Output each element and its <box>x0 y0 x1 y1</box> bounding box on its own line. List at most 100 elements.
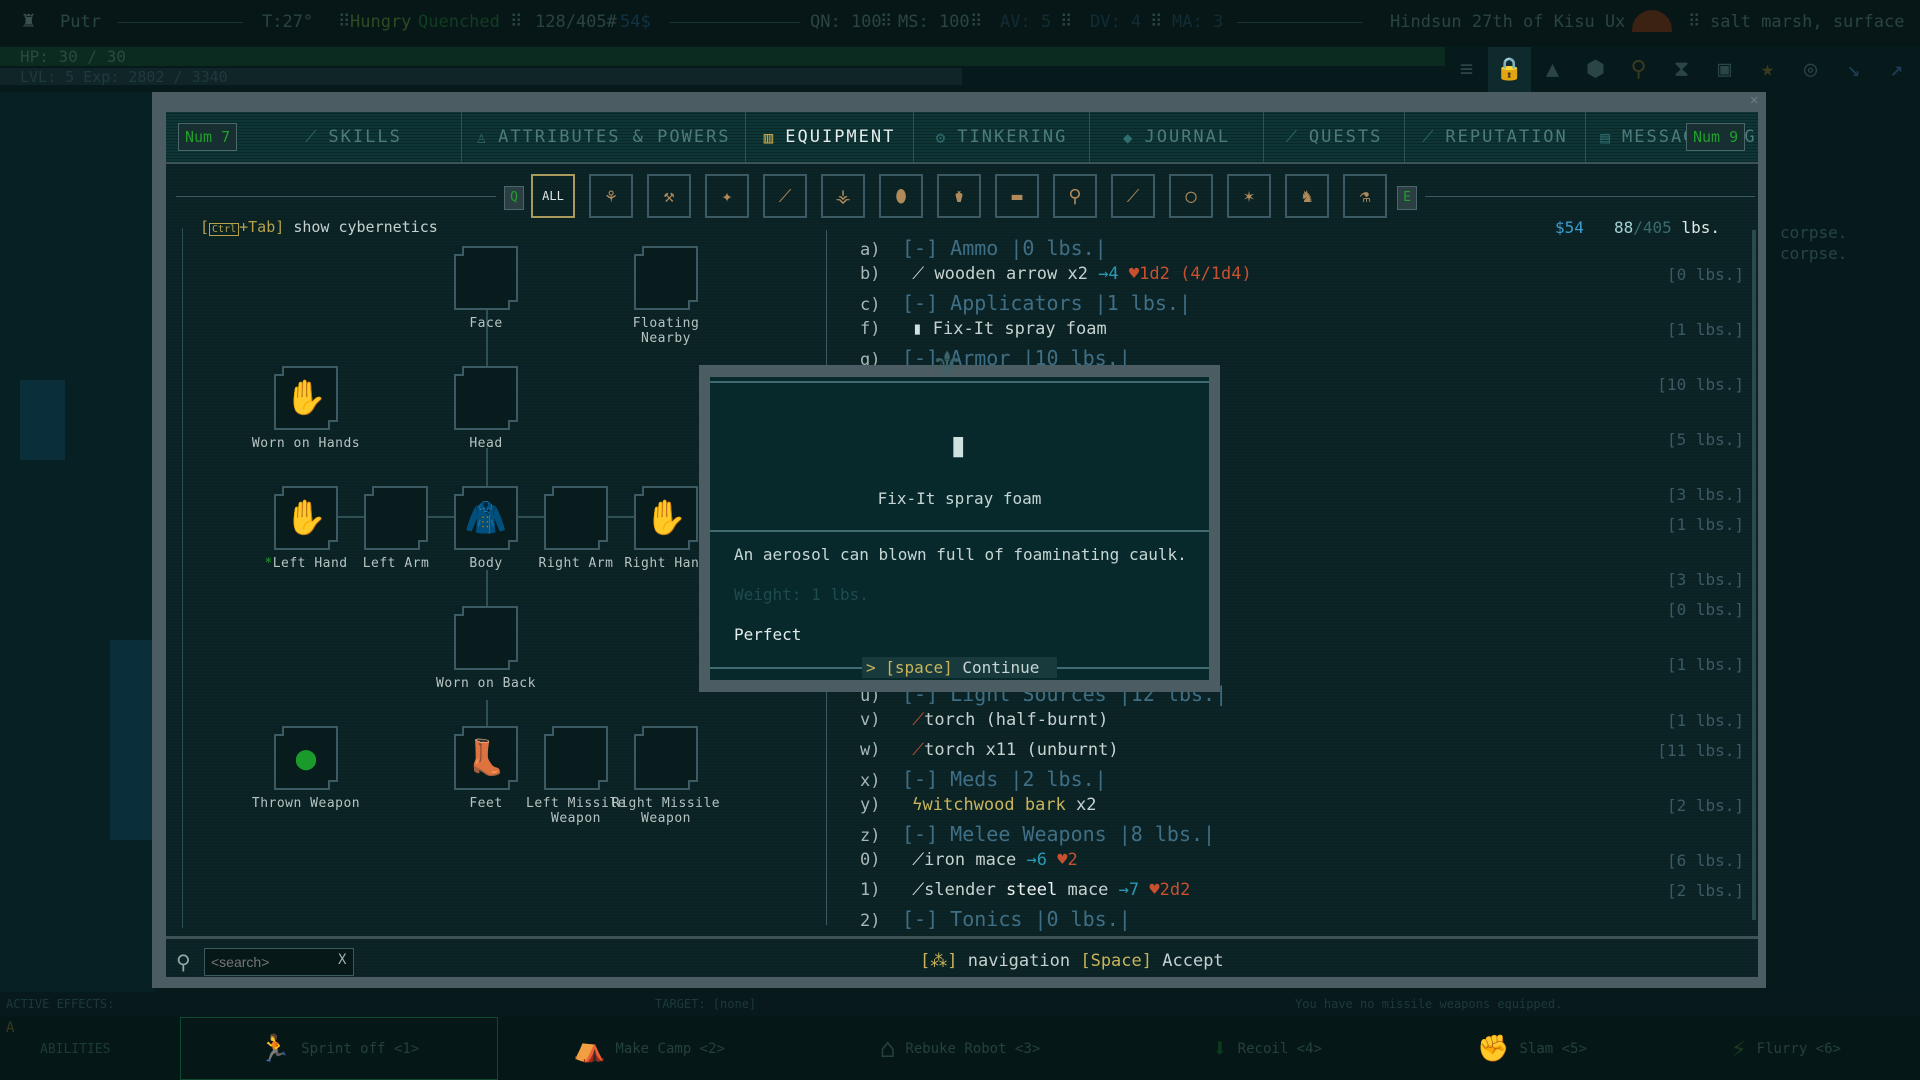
slot-label: Thrown Weapon <box>251 796 361 811</box>
item-row[interactable]: 0) ⟋iron mace →6 ♥2 <box>860 850 1078 870</box>
item-row[interactable]: y) ϟwitchwood bark x2 <box>860 795 1097 815</box>
item-row[interactable]: w) ⟋torch x11 (unburnt) <box>860 740 1119 760</box>
character-sheet-icon[interactable]: ▣ <box>1703 47 1746 92</box>
filter-missile-icon[interactable]: ⟋ <box>1111 174 1155 218</box>
tab-label: ATTRIBUTES & POWERS <box>498 127 731 147</box>
descend-icon[interactable]: ↘ <box>1832 47 1875 92</box>
category-row-ammo[interactable]: a) [-] Ammo |0 lbs.| <box>860 236 1107 260</box>
tab-quests[interactable]: ⟋ QUESTS <box>1264 112 1405 162</box>
menu-icon[interactable]: ≡ <box>1445 47 1488 92</box>
tab-journal[interactable]: ◆ JOURNAL <box>1090 112 1264 162</box>
ability-recoil[interactable]: ⬇ Recoil <4> <box>1122 1017 1412 1080</box>
look-icon[interactable]: ⚲ <box>1617 47 1660 92</box>
abilities-page[interactable]: A <box>6 1020 14 1036</box>
recoil-icon: ⬇ <box>1212 1033 1228 1064</box>
favorites-icon[interactable]: ★ <box>1746 47 1789 92</box>
filter-armor-icon[interactable]: ▬ <box>995 174 1039 218</box>
clear-search-button[interactable]: X <box>338 952 346 968</box>
cybernetics-hint[interactable]: [Ctrl +Tab] show cybernetics <box>200 218 438 236</box>
carry-weight: 128/405# <box>535 12 617 32</box>
next-tab-key[interactable]: Num 9 <box>1686 123 1746 151</box>
prev-filter-key[interactable]: Q <box>504 186 524 210</box>
category-row-applicators[interactable]: c) [-] Applicators |1 lbs.| <box>860 291 1191 315</box>
filter-corpses-icon[interactable]: ✶ <box>1227 174 1271 218</box>
tab-skills[interactable]: ⟋ SKILLS <box>246 112 462 162</box>
wait-icon[interactable]: ⧗ <box>1660 47 1703 92</box>
item-row[interactable]: b) ⟋ wooden arrow x2 →4 ♥1d2 (4/1d4) <box>860 264 1252 284</box>
slot-worn-on-hands[interactable]: ✋ <box>274 366 338 430</box>
ability-slam[interactable]: ✊ Slam <5> <box>1414 1017 1650 1080</box>
filter-tools-icon[interactable]: ⚒ <box>647 174 691 218</box>
equipment-icon: ▥ <box>763 127 776 147</box>
footer-hints: [⁂] navigation [Space] Accept <box>920 951 1224 971</box>
filter-melee-icon[interactable]: ⟋ <box>763 174 807 218</box>
tab-label: JOURNAL <box>1144 127 1231 147</box>
player-avatar-icon[interactable]: ♜ <box>22 8 35 33</box>
cube-icon[interactable]: ⬢ <box>1574 47 1617 92</box>
flurry-icon: ⚡ <box>1731 1033 1747 1064</box>
compass-icon[interactable]: ◎ <box>1789 47 1832 92</box>
boots-icon: 👢 <box>464 738 508 778</box>
slot-left-hand[interactable]: ✋ <box>274 486 338 550</box>
torch-icon: ⟋ <box>912 740 925 760</box>
filter-all[interactable]: ALL <box>531 174 575 218</box>
continue-button[interactable]: > [space] Continue <box>862 657 1058 678</box>
slot-body[interactable]: 🧥 <box>454 486 518 550</box>
tab-tinkering[interactable]: ⚙ TINKERING <box>914 112 1090 162</box>
search-input[interactable] <box>204 948 354 976</box>
slam-icon: ✊ <box>1477 1033 1510 1064</box>
item-weight: [10 lbs.] <box>1657 375 1744 394</box>
category-row-tonics[interactable]: 2) [-] Tonics |0 lbs.| <box>860 907 1131 931</box>
filter-trade-goods-icon[interactable]: ◯ <box>1169 174 1213 218</box>
popup-title: Fix-It spray foam <box>877 489 1042 508</box>
slot-head[interactable] <box>454 366 518 430</box>
accept-key[interactable]: [Space] <box>1080 951 1152 971</box>
category-row-meds[interactable]: x) [-] Meds |2 lbs.| <box>860 767 1107 791</box>
category-row-melee-weapons[interactable]: z) [-] Melee Weapons |8 lbs.| <box>860 822 1215 846</box>
tab-reputation[interactable]: ⟋ REPUTATION <box>1405 112 1586 162</box>
lock-screen-icon[interactable]: 🔒 <box>1488 47 1531 92</box>
filter-ammo-icon[interactable]: ⬮ <box>879 174 923 218</box>
slot-left-arm[interactable] <box>364 486 428 550</box>
tab-attributes-powers[interactable]: ♙ ATTRIBUTES & POWERS <box>462 112 746 162</box>
accept-label[interactable]: Accept <box>1162 951 1223 971</box>
filter-artifacts-icon[interactable]: ⚶ <box>821 174 865 218</box>
inventory-scrollbar[interactable] <box>1752 230 1756 920</box>
popup-weight: Weight: 1 lbs. <box>734 585 869 604</box>
slot-right-arm[interactable] <box>544 486 608 550</box>
tab-equipment[interactable]: ▥ EQUIPMENT <box>746 112 914 162</box>
slot-face[interactable] <box>454 246 518 310</box>
separator: ⠿ <box>1150 12 1163 32</box>
next-filter-key[interactable]: E <box>1397 186 1417 210</box>
quests-icon: ⟋ <box>1285 127 1299 146</box>
slot-floating-nearby[interactable] <box>634 246 698 310</box>
ability-rebuke-robot[interactable]: ⌂ Rebuke Robot <3> <box>800 1017 1120 1080</box>
slot-left-missile-weapon[interactable] <box>544 726 608 790</box>
hand-icon: ✋ <box>284 498 328 538</box>
ascend-icon[interactable]: ↗ <box>1875 47 1918 92</box>
slot-thrown-weapon[interactable]: ● <box>274 726 338 790</box>
slot-worn-on-back[interactable] <box>454 606 518 670</box>
ability-sprint[interactable]: 🏃 Sprint off <1> <box>180 1017 498 1080</box>
slot-right-hand[interactable]: ✋ <box>634 486 698 550</box>
cybernetics-hint-label: show cybernetics <box>293 218 438 236</box>
popup-emblem-icon: ⚜ <box>935 340 960 386</box>
ability-flurry[interactable]: ⚡ Flurry <6> <box>1652 1017 1920 1080</box>
ability-make-camp[interactable]: ⛺ Make Camp <2> <box>500 1017 798 1080</box>
filter-liquids-icon[interactable]: ⚗ <box>1343 174 1387 218</box>
slot-feet[interactable]: 👢 <box>454 726 518 790</box>
filter-creatures-icon[interactable]: ♞ <box>1285 174 1329 218</box>
filter-food-icon[interactable]: ⚱ <box>937 174 981 218</box>
log-line: corpse. <box>1780 244 1848 263</box>
navigation-icon[interactable]: ▲ <box>1531 47 1574 92</box>
prev-tab-key[interactable]: Num 7 <box>178 123 238 151</box>
filter-bows-icon[interactable]: ⚘ <box>589 174 633 218</box>
filter-grenades-icon[interactable]: ✦ <box>705 174 749 218</box>
slot-right-missile-weapon[interactable] <box>634 726 698 790</box>
popup-condition: Perfect <box>734 625 802 644</box>
item-row[interactable]: f) ▮ Fix-It spray foam <box>860 319 1107 339</box>
filter-misc-icon[interactable]: ⚲ <box>1053 174 1097 218</box>
item-row[interactable]: 1) ⟋slender steel mace →7 ♥2d2 <box>860 880 1190 900</box>
item-row[interactable]: v) ⟋torch (half-burnt) <box>860 710 1108 730</box>
close-window-icon[interactable]: ✕ <box>1750 92 1758 108</box>
